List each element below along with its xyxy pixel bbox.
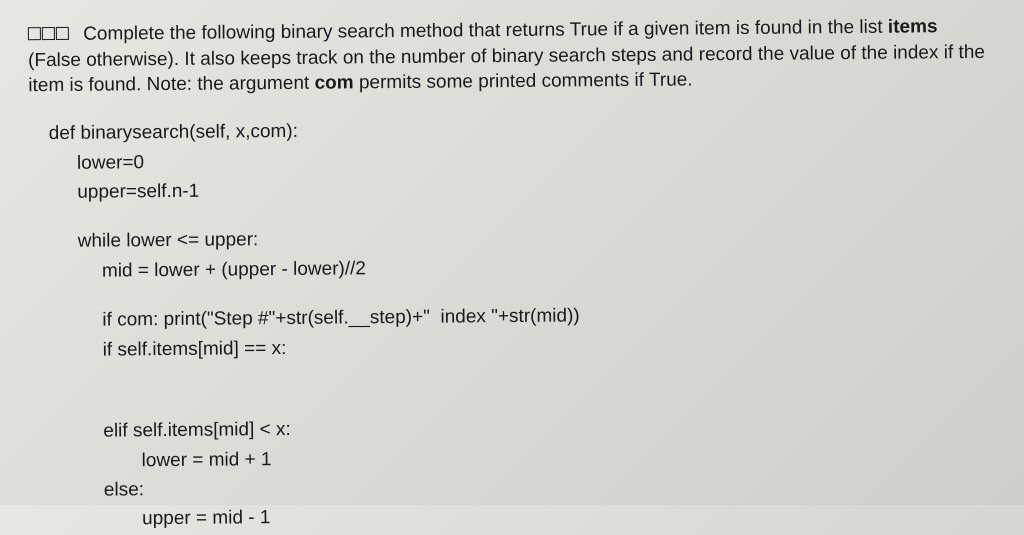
checkbox-group xyxy=(28,22,70,48)
checkbox-icon xyxy=(42,27,55,40)
checkbox-icon xyxy=(56,27,69,40)
question-prompt: Complete the following binary search met… xyxy=(28,14,993,99)
code-block: def binarysearch(self, x,com): lower=0 u… xyxy=(29,111,997,535)
prompt-text-1: Complete the following binary search met… xyxy=(78,17,888,45)
prompt-com-word: com xyxy=(314,73,353,94)
prompt-text-3: permits some printed comments if True. xyxy=(354,70,693,94)
prompt-items-word: items xyxy=(888,16,938,37)
checkbox-icon xyxy=(28,27,41,40)
